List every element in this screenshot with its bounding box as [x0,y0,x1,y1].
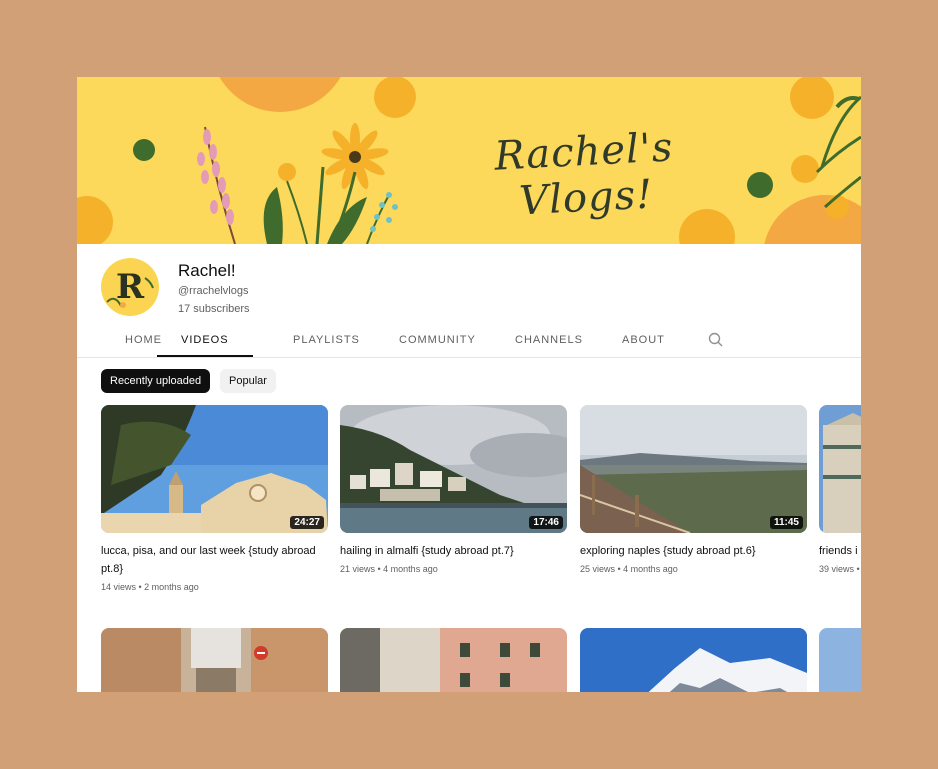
video-thumbnail[interactable] [580,628,807,692]
video-meta: 25 views • 4 months ago [580,564,678,574]
channel-handle: @rrachelvlogs [178,285,249,297]
video-card[interactable]: 24:27 lucca, pisa, and our last week {st… [101,405,328,592]
video-meta: 39 views • [819,564,861,574]
channel-tabs: HOME VIDEOS PLAYLISTS COMMUNITY CHANNELS… [77,325,861,358]
youtube-channel-page: Rachel's Vlogs! R Rachel! @rrachelvlogs … [77,77,861,692]
video-card[interactable]: friends i 39 views • [819,405,861,574]
video-views: 25 views [580,564,616,574]
video-duration: 24:27 [290,516,324,529]
video-thumbnail[interactable] [819,405,861,533]
subscriber-count: 17 subscribers [178,303,250,315]
video-title[interactable]: exploring naples {study abroad pt.6} [580,542,795,560]
banner-title: Rachel's Vlogs! [493,124,675,225]
video-thumbnail[interactable] [819,628,861,692]
video-views: 21 views [340,564,376,574]
video-age: 4 months ago [623,564,678,574]
video-thumbnail[interactable]: 11:45 [580,405,807,533]
avatar-letter: R [115,267,145,307]
tab-videos[interactable]: VIDEOS [157,325,253,357]
search-icon[interactable] [707,331,725,349]
video-thumbnail[interactable] [340,628,567,692]
video-meta: 21 views • 4 months ago [340,564,438,574]
tab-channels[interactable]: CHANNELS [515,325,583,355]
tab-community[interactable]: COMMUNITY [399,325,476,355]
channel-avatar[interactable]: R [101,258,159,316]
video-views: 14 views [101,582,137,592]
video-title[interactable]: lucca, pisa, and our last week {study ab… [101,542,316,578]
channel-name: Rachel! [178,261,236,280]
video-thumbnail[interactable] [101,628,328,692]
video-duration: 17:46 [529,516,563,529]
channel-banner: Rachel's Vlogs! [77,77,861,244]
video-title[interactable]: friends i [819,542,861,560]
video-thumbnail[interactable]: 24:27 [101,405,328,533]
video-title[interactable]: hailing in almalfi {study abroad pt.7} [340,542,555,560]
chip-popular[interactable]: Popular [220,369,276,393]
video-views: 39 views [819,564,855,574]
tab-playlists[interactable]: PLAYLISTS [293,325,360,355]
video-thumbnail[interactable]: 17:46 [340,405,567,533]
video-age: • [856,564,860,574]
tab-about[interactable]: ABOUT [622,325,665,355]
video-age: 4 months ago [383,564,438,574]
video-card[interactable]: 17:46 hailing in almalfi {study abroad p… [340,405,567,574]
video-meta: 14 views • 2 months ago [101,582,199,592]
video-age: 2 months ago [144,582,199,592]
video-card[interactable]: 11:45 exploring naples {study abroad pt.… [580,405,807,574]
chip-recently-uploaded[interactable]: Recently uploaded [101,369,211,393]
video-duration: 11:45 [769,516,803,529]
